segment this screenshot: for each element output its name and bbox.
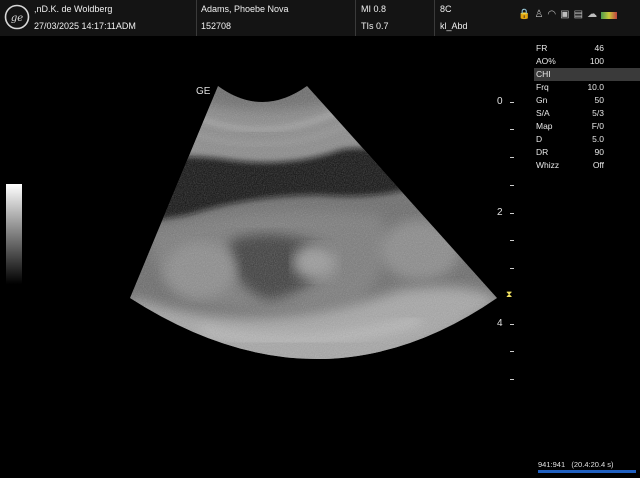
param-row: FR 46 — [536, 43, 604, 53]
probe-orientation-mark: GE — [196, 86, 211, 97]
param-row: DR 90 — [536, 147, 604, 157]
param-row: Whizz Off — [536, 160, 604, 170]
palette-icon[interactable] — [601, 11, 618, 19]
depth-label: 4 — [497, 318, 503, 329]
person-icon[interactable]: ♙ — [534, 9, 543, 21]
exam-preset: kl_Abd — [440, 21, 468, 31]
depth-tick — [510, 351, 514, 352]
patient-id: 152708 — [201, 21, 232, 31]
header-divider — [196, 0, 197, 36]
header-divider — [355, 0, 356, 36]
patient-name: Adams, Phoebe Nova — [201, 4, 289, 14]
cine-progress-bar[interactable] — [538, 470, 636, 473]
depth-tick — [510, 102, 514, 103]
ge-logo-icon: ge — [4, 4, 30, 30]
depth-tick — [510, 213, 514, 214]
cine-frames: 941:941 — [538, 460, 566, 469]
printer-icon[interactable]: ▣ — [560, 9, 569, 21]
depth-tick — [510, 240, 514, 241]
param-row: AO% 100 — [536, 56, 604, 66]
depth-label: 2 — [497, 207, 503, 218]
image-store-icon[interactable]: ▤ — [574, 9, 583, 21]
param-row: S/A 5/3 — [536, 108, 604, 118]
param-row-selected[interactable]: CHI — [534, 68, 640, 81]
param-row: D 5.0 — [536, 134, 604, 144]
focus-marker-icon[interactable]: ⧗ — [506, 289, 512, 300]
depth-tick — [510, 379, 514, 380]
depth-label: 0 — [497, 96, 503, 107]
param-row: Map F/0 — [536, 121, 604, 131]
header-divider — [434, 0, 435, 36]
depth-tick — [510, 129, 514, 130]
status-icons: 🔒 ♙ ◠ ▣ ▤ ☁ — [518, 9, 618, 21]
depth-tick — [510, 185, 514, 186]
depth-tick — [510, 268, 514, 269]
param-row: Frq 10.0 — [536, 82, 604, 92]
parameter-panel: FR 46 AO% 100 CHI Frq 10.0 Gn 50 S/A 5/3 Map F… — [534, 42, 640, 172]
depth-tick — [510, 157, 514, 158]
grayscale-bar — [6, 184, 22, 284]
exam-datetime: 27/03/2025 14:17:11ADM — [34, 21, 136, 31]
param-row: Gn 50 — [536, 95, 604, 105]
operator-name: ,nD.K. de Woldberg — [34, 4, 113, 14]
mechanical-index: MI 0.8 — [361, 4, 387, 14]
header-bar: ge ,nD.K. de Woldberg 27/03/2025 14:17:1… — [0, 0, 640, 36]
depth-tick — [510, 324, 514, 325]
probe-name: 8C — [440, 4, 452, 14]
cine-time: (20.4:20.4 s) — [571, 460, 614, 469]
svg-text:ge: ge — [11, 13, 23, 24]
lock-icon[interactable]: 🔒 — [518, 9, 530, 21]
cine-status[interactable]: 941:941 (20.4:20.4 s) — [538, 460, 636, 473]
cloud-icon[interactable]: ☁ — [587, 9, 597, 21]
thermal-index: TIs 0.7 — [361, 21, 389, 31]
wifi-icon[interactable]: ◠ — [547, 9, 556, 21]
